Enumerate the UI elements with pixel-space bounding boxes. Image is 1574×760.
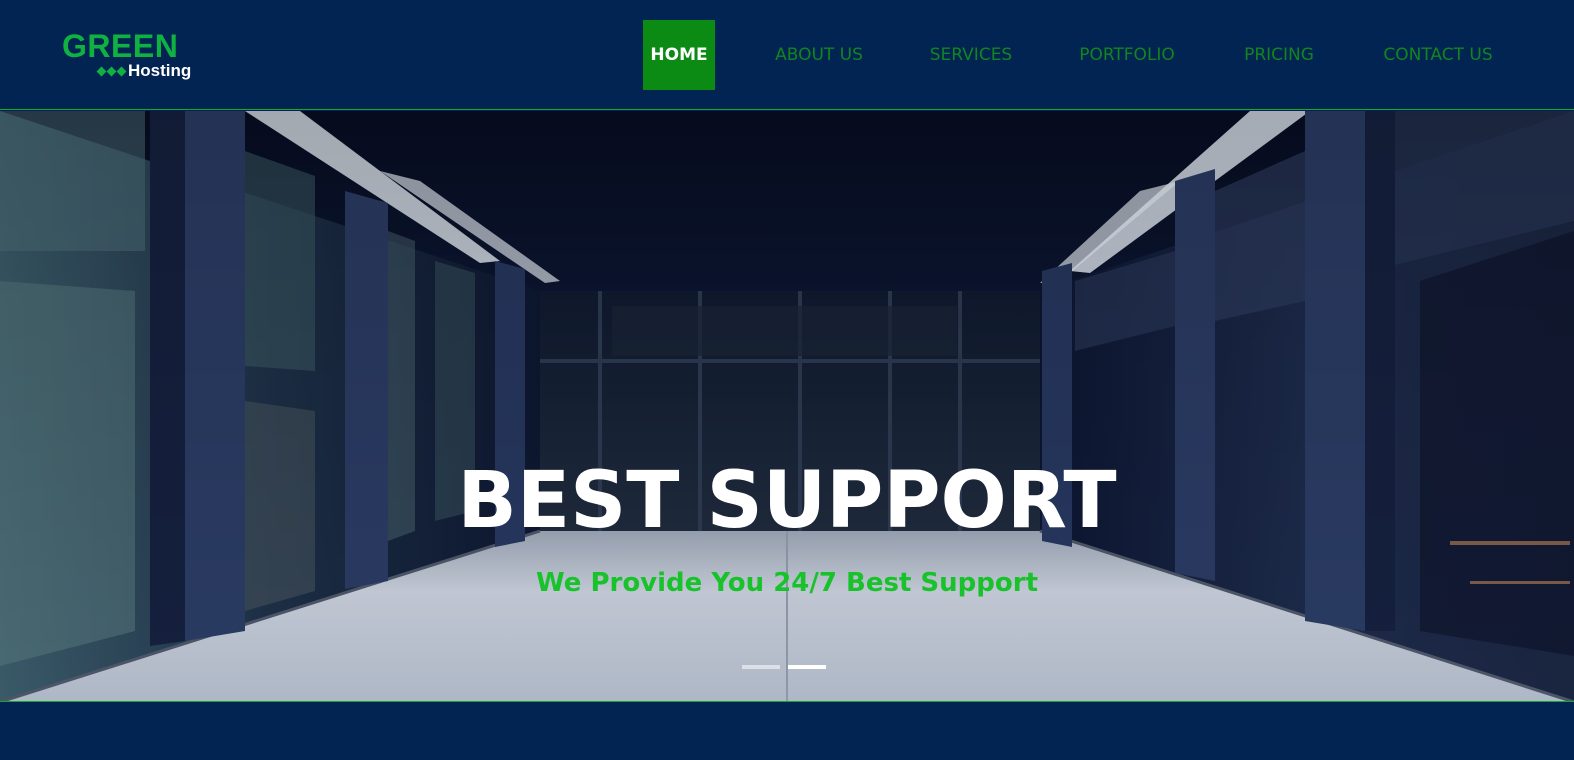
nav-item-services[interactable]: SERVICES: [915, 20, 1027, 90]
hero-background-image: [0, 111, 1574, 701]
carousel-indicators: [742, 665, 832, 671]
nav-item-contact-us[interactable]: CONTACT US: [1368, 20, 1508, 90]
nav-item-home[interactable]: HOME: [643, 20, 715, 90]
carousel-indicator-1[interactable]: [742, 665, 780, 669]
page-bottom-section: [0, 703, 1574, 760]
hero-title: BEST SUPPORT: [457, 456, 1117, 546]
nav-item-pricing[interactable]: PRICING: [1232, 20, 1326, 90]
main-nav: HOME ABOUT US SERVICES PORTFOLIO PRICING…: [0, 20, 1574, 90]
nav-item-about-us[interactable]: ABOUT US: [760, 20, 878, 90]
hero-carousel: BEST SUPPORT We Provide You 24/7 Best Su…: [0, 111, 1574, 702]
site-header: GREEN Hosting HOME ABOUT US SERVICES POR…: [0, 0, 1574, 110]
nav-item-portfolio[interactable]: PORTFOLIO: [1068, 20, 1186, 90]
hero-subtitle: We Provide You 24/7 Best Support: [536, 568, 1038, 598]
page: GREEN Hosting HOME ABOUT US SERVICES POR…: [0, 0, 1574, 760]
carousel-indicator-2[interactable]: [788, 665, 826, 669]
